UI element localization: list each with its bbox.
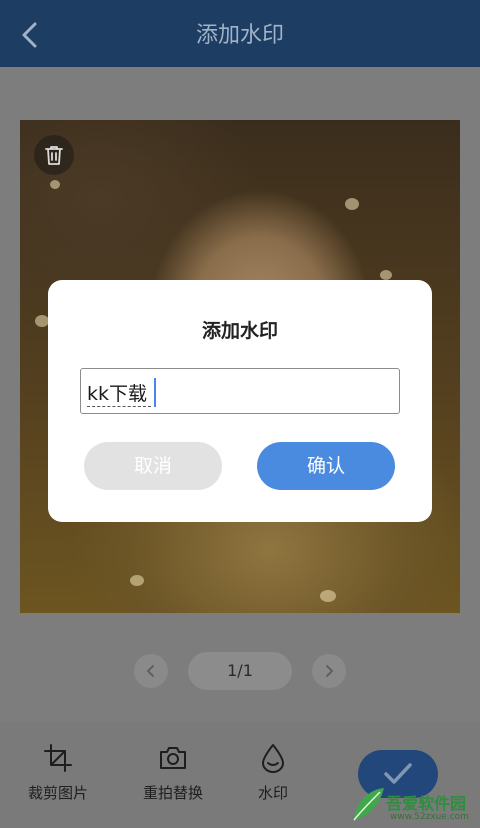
- delete-photo-button[interactable]: [34, 135, 74, 175]
- camera-icon: [160, 747, 186, 769]
- tool-label: 裁剪图片: [27, 784, 88, 802]
- crop-tool-button[interactable]: 裁剪图片: [8, 742, 108, 803]
- watermark-tool-button[interactable]: 水印: [223, 742, 323, 803]
- bokeh-dot: [130, 575, 144, 586]
- tool-label: 重拍替换: [142, 784, 203, 802]
- page-title: 添加水印: [195, 23, 284, 48]
- bottom-toolbar: 裁剪图片 重拍替换 水印 吾爱软件园 www.52zxue.com: [0, 722, 480, 828]
- bokeh-dot: [345, 198, 359, 210]
- input-value: kk下载: [87, 383, 148, 405]
- tool-label: 水印: [257, 784, 288, 802]
- trash-icon: [45, 146, 63, 165]
- cancel-button[interactable]: 取消: [84, 442, 222, 490]
- retake-tool-button[interactable]: 重拍替换: [123, 742, 223, 803]
- watermark-text-input[interactable]: kk下载: [80, 368, 400, 414]
- app-header: 添加水印: [0, 0, 480, 67]
- prev-page-button[interactable]: [134, 654, 168, 688]
- bokeh-dot: [320, 590, 336, 602]
- brand-url: www.52zxue.com: [390, 812, 469, 822]
- bokeh-dot: [380, 270, 392, 280]
- leaf-logo-icon: [353, 788, 384, 821]
- next-page-button[interactable]: [312, 654, 346, 688]
- confirm-button[interactable]: 确认: [257, 442, 395, 490]
- pager: 1/1: [0, 652, 480, 690]
- site-watermark: 吾爱软件园 www.52zxue.com: [350, 782, 478, 826]
- bokeh-dot: [35, 315, 49, 327]
- add-watermark-dialog: 添加水印 kk下载 取消 确认: [48, 280, 432, 522]
- watermark-drop-icon: [262, 744, 284, 773]
- text-caret: [154, 378, 156, 407]
- bokeh-dot: [50, 180, 60, 189]
- crop-icon: [44, 744, 72, 772]
- chevron-right-icon: [326, 665, 334, 677]
- chevron-left-icon: [146, 665, 154, 677]
- input-underline: [87, 406, 151, 407]
- page-indicator: 1/1: [188, 652, 292, 690]
- dialog-title: 添加水印: [201, 320, 278, 342]
- brand-name: 吾爱软件园: [386, 794, 467, 813]
